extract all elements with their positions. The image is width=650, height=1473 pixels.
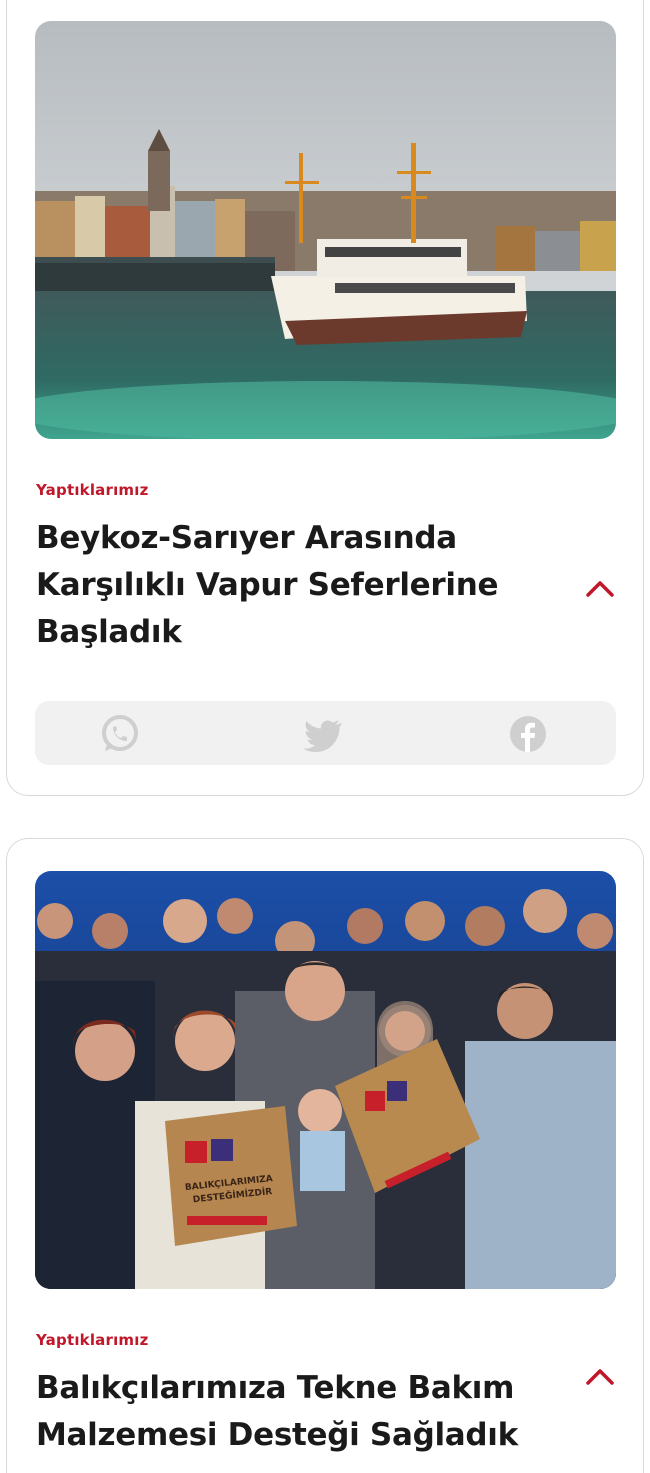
chevron-up-icon[interactable] <box>585 573 615 603</box>
news-photo-ferry[interactable] <box>35 21 616 439</box>
facebook-icon[interactable] <box>507 713 549 755</box>
news-category[interactable]: Yaptıklarımız <box>36 481 149 499</box>
news-title[interactable]: Balıkçılarımıza Tekne Bakım Malzemesi De… <box>36 1365 556 1459</box>
share-bar <box>35 701 616 765</box>
news-category[interactable]: Yaptıklarımız <box>36 1331 149 1349</box>
chevron-up-icon[interactable] <box>585 1361 615 1391</box>
news-card[interactable]: BALIKÇILARIMIZA DESTEĞİMİZDİR Yaptıkları… <box>6 838 644 1473</box>
news-feed: Yaptıklarımız Beykoz-Sarıyer Arasında Ka… <box>0 0 650 1473</box>
whatsapp-icon[interactable] <box>99 713 141 755</box>
support-box-left <box>165 1106 297 1246</box>
news-card[interactable]: Yaptıklarımız Beykoz-Sarıyer Arasında Ka… <box>6 0 644 796</box>
group-photo-illustration: BALIKÇILARIMIZA DESTEĞİMİZDİR <box>35 871 616 1289</box>
news-title[interactable]: Beykoz-Sarıyer Arasında Karşılıklı Vapur… <box>36 515 556 656</box>
ferry-photo-illustration <box>35 21 616 439</box>
news-photo-group[interactable]: BALIKÇILARIMIZA DESTEĞİMİZDİR <box>35 871 616 1289</box>
twitter-icon[interactable] <box>303 713 345 755</box>
